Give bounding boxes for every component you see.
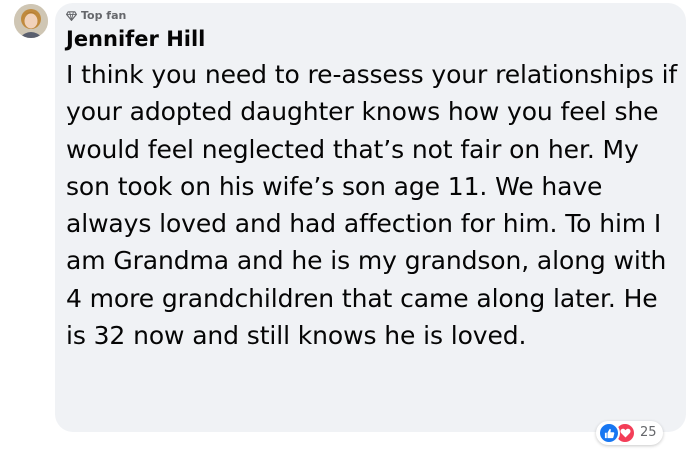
reaction-count: 25	[640, 425, 657, 440]
avatar-image	[14, 4, 48, 38]
diamond-icon	[66, 11, 77, 21]
avatar[interactable]	[14, 4, 48, 38]
comment-bubble: Top fan Jennifer Hill I think you need t…	[55, 3, 686, 432]
comment-text: I think you need to re-assess your relat…	[66, 60, 678, 351]
author-name[interactable]: Jennifer Hill	[66, 25, 205, 53]
badge-label: Top fan	[81, 9, 127, 22]
comment: Top fan Jennifer Hill I think you need t…	[0, 0, 700, 450]
reactions-summary[interactable]: 25	[596, 421, 663, 445]
like-icon	[598, 422, 620, 444]
top-fan-badge: Top fan	[66, 9, 126, 23]
